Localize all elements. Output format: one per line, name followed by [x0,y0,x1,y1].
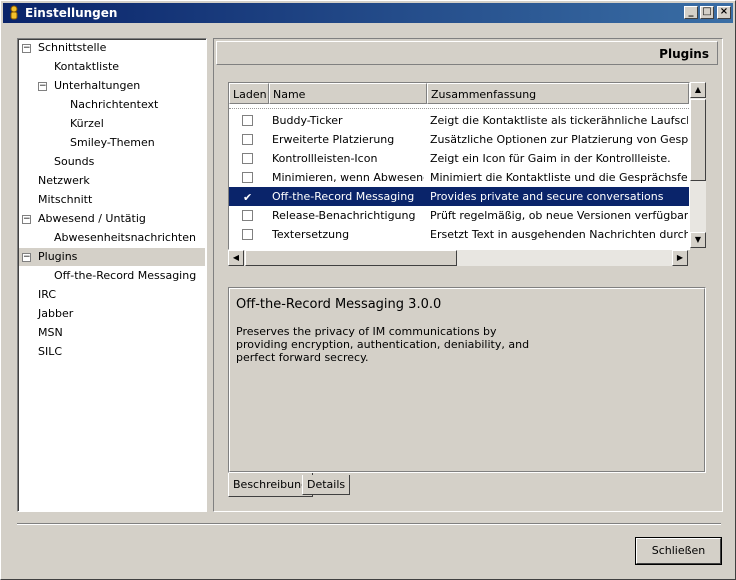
plugin-summary: Zeigt die Kontaktliste als tickerähnlich… [430,114,688,127]
preferences-tree[interactable]: − Schnittstelle Kontaktliste − Unterhalt… [17,38,207,512]
description-frame: Off-the-Record Messaging 3.0.0 Preserves… [229,288,705,472]
scroll-up-icon[interactable]: ▲ [690,82,706,98]
tree-item-mitschnitt[interactable]: Mitschnitt [38,191,92,209]
window-title: Einstellungen [25,6,118,20]
plugins-page: Plugins Laden Name Zusammenfassung Buddy… [213,38,723,512]
tree-item-label: Mitschnitt [38,193,93,206]
load-checkbox-checked[interactable]: ✔ [242,191,253,204]
plugin-summary: Zusätzliche Optionen zur Platzierung von… [430,133,688,146]
plugin-name: Off-the-Record Messaging [272,190,415,203]
load-checkbox[interactable] [242,229,253,240]
scroll-right-icon[interactable]: ▶ [672,250,688,266]
checkmark-icon: ✔ [243,191,253,204]
plugin-description-panel: Off-the-Record Messaging 3.0.0 Preserves… [228,287,706,473]
preferences-window: Einstellungen _ □ × − Schnittstelle Kont… [0,0,736,580]
minimize-button[interactable]: _ [684,6,698,19]
load-checkbox[interactable] [242,115,253,126]
plugin-name: Release-Benachrichtigung [272,209,416,222]
column-header-load[interactable]: Laden [229,83,269,104]
tree-item-label: Schnittstelle [38,41,107,54]
load-checkbox[interactable] [242,153,253,164]
tree-item-label: Sounds [54,155,95,168]
tree-item-label: Nachrichtentext [70,98,159,111]
close-button[interactable]: Schließen [635,537,722,565]
plugin-list-vertical-scrollbar[interactable]: ▲ ▼ [690,82,706,248]
tree-item-abwesenheitsnachrichten[interactable]: Abwesenheitsnachrichten [54,229,196,247]
plugin-name: Erweiterte Platzierung [272,133,395,146]
tree-item-irc[interactable]: IRC [38,286,56,304]
tree-item-nachrichtentext[interactable]: Nachrichtentext [70,96,158,114]
vertical-scroll-thumb[interactable] [690,99,706,181]
table-row[interactable]: Minimieren, wenn Abwesend Minimiert die … [229,168,689,187]
load-checkbox[interactable] [242,134,253,145]
horizontal-scroll-thumb[interactable] [245,250,457,266]
maximize-button[interactable]: □ [700,6,714,19]
tree-item-label: Unterhaltungen [54,79,141,92]
tree-item-label: Jabber [38,307,74,320]
tree-item-label: Netzwerk [38,174,90,187]
tree-item-otr[interactable]: Off-the-Record Messaging [54,267,196,285]
tree-item-label: MSN [38,326,63,339]
plugin-list[interactable]: Laden Name Zusammenfassung Buddy-Ticker … [228,82,690,250]
collapse-icon[interactable]: − [22,215,31,224]
plugin-summary: Zeigt ein Icon für Gaim in der Kontrolll… [430,152,671,165]
tree-item-label: Plugins [38,250,78,263]
tree-item-label: Kontaktliste [54,60,120,73]
tree-item-smiley-themen[interactable]: Smiley-Themen [70,134,155,152]
tree-item-msn[interactable]: MSN [38,324,63,342]
tab-beschreibung[interactable]: Beschreibung [228,473,314,497]
table-row-selected[interactable]: ✔ Off-the-Record Messaging Provides priv… [229,187,689,206]
plugin-name: Textersetzung [272,228,350,241]
tree-item-label: Smiley-Themen [70,136,155,149]
table-row[interactable]: Kontrollleisten-Icon Zeigt ein Icon für … [229,149,689,168]
table-row[interactable]: Textersetzung Ersetzt Text in ausgehende… [229,225,689,244]
plugin-description-text: Preserves the privacy of IM communicatio… [236,325,530,364]
tree-item-sounds[interactable]: Sounds [54,153,94,171]
tree-item-label: Kürzel [70,117,104,130]
collapse-icon[interactable]: − [22,44,31,53]
bottom-separator [17,523,721,525]
page-header: Plugins [216,41,718,65]
plugin-name: Buddy-Ticker [272,114,343,127]
title-bar[interactable]: Einstellungen _ □ × [3,3,733,23]
gaim-app-icon [7,5,21,21]
close-window-button[interactable]: × [717,6,731,19]
tree-item-label: IRC [38,288,57,301]
tree-item-silc[interactable]: SILC [38,343,62,361]
load-checkbox[interactable] [242,210,253,221]
tree-item-label: SILC [38,345,63,358]
scroll-left-icon[interactable]: ◀ [228,250,244,266]
table-row[interactable]: Buddy-Ticker Zeigt die Kontaktliste als … [229,111,689,130]
table-row[interactable]: Release-Benachrichtigung Prüft regelmäßi… [229,206,689,225]
plugin-summary: Provides private and secure conversation… [430,190,664,203]
column-header-summary[interactable]: Zusammenfassung [427,83,689,104]
scroll-down-icon[interactable]: ▼ [690,232,706,248]
table-row[interactable]: Erweiterte Platzierung Zusätzliche Optio… [229,130,689,149]
plugin-summary: Ersetzt Text in ausgehenden Nachrichten … [430,228,688,241]
tab-details[interactable]: Details [302,475,351,495]
tree-item-plugins[interactable]: − Plugins [19,248,205,266]
tree-item-kuerzel[interactable]: Kürzel [70,115,104,133]
collapse-icon[interactable]: − [38,82,47,91]
plugin-name: Kontrollleisten-Icon [272,152,378,165]
tree-item-label: Abwesenheitsnachrichten [54,231,196,244]
tree-item-kontaktliste[interactable]: Kontaktliste [54,58,119,76]
partial-row [229,104,689,109]
load-checkbox[interactable] [242,172,253,183]
tree-item-label: Off-the-Record Messaging [54,269,197,282]
tree-item-jabber[interactable]: Jabber [38,305,73,323]
plugin-summary: Prüft regelmäßig, ob neue Versionen verf… [430,209,688,222]
column-header-name[interactable]: Name [269,83,427,104]
page-title: Plugins [659,47,709,61]
plugin-summary: Minimiert die Kontaktliste und die Gespr… [430,171,688,184]
tree-item-netzwerk[interactable]: Netzwerk [38,172,90,190]
tree-item-label: Abwesend / Untätig [38,212,146,225]
plugin-list-horizontal-scrollbar[interactable]: ◀ ▶ [228,250,688,266]
plugin-description-title: Off-the-Record Messaging 3.0.0 [236,297,442,312]
collapse-icon[interactable]: − [22,253,31,262]
plugin-name: Minimieren, wenn Abwesend [272,171,424,184]
